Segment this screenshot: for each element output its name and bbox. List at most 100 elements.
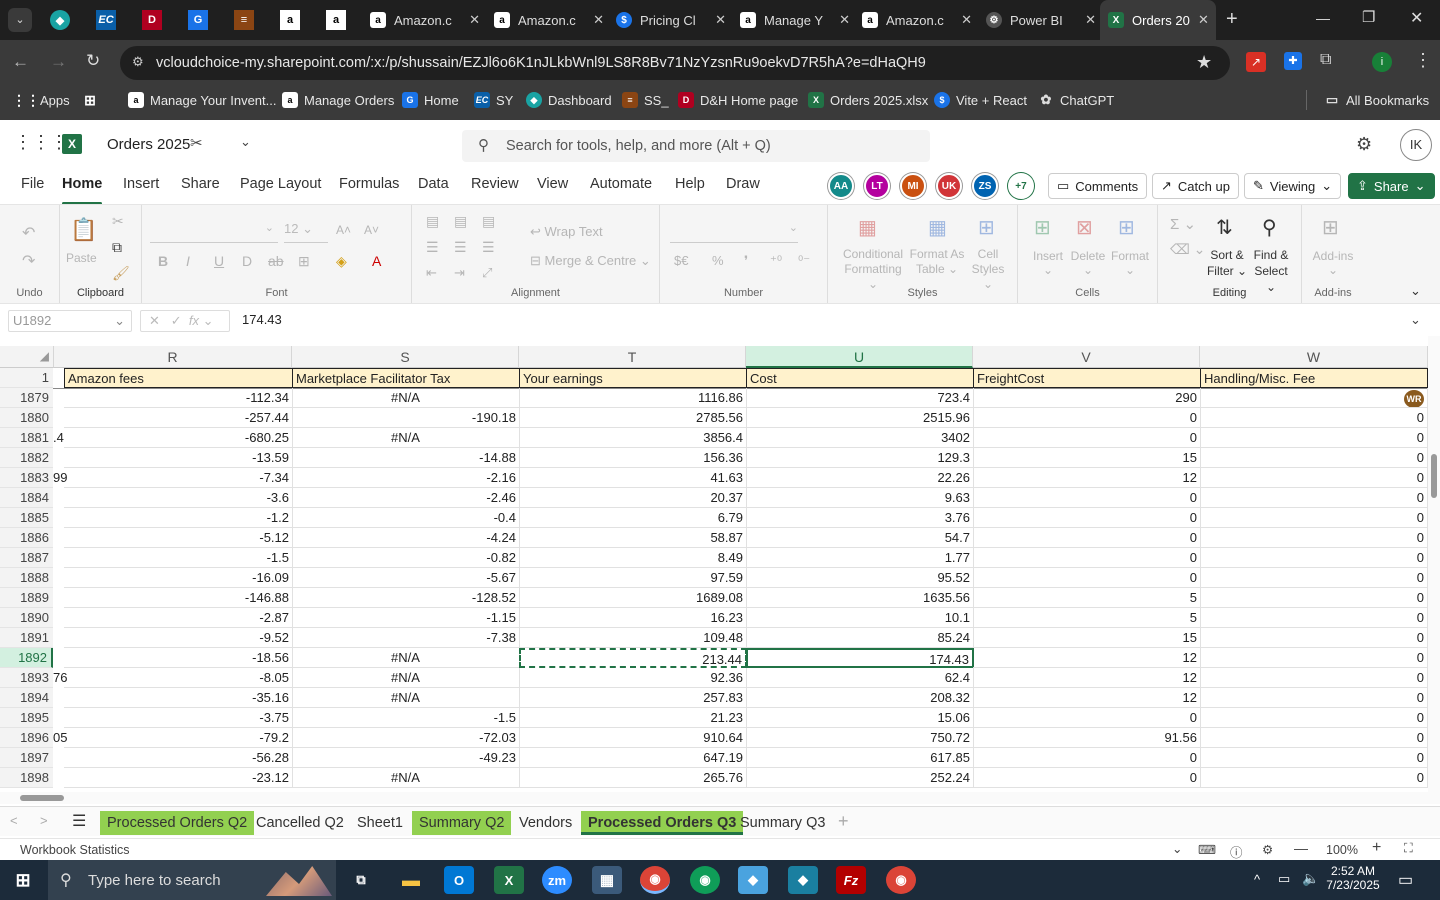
table-cell[interactable]: 0 (1200, 728, 1428, 748)
table-cell[interactable]: 0 (973, 528, 1201, 548)
chrome-alt-icon[interactable]: ◉ (886, 866, 916, 894)
bookmark-manage-inventory[interactable]: a Manage Your Invent... (128, 86, 276, 114)
row-header[interactable]: 1898 (0, 768, 53, 788)
table-cell[interactable]: #N/A (292, 668, 520, 688)
row-header[interactable]: 1880 (0, 408, 53, 428)
table-cell[interactable]: 2515.96 (746, 408, 974, 428)
prev-sheet-icon[interactable]: < (10, 813, 18, 828)
task-view-icon[interactable]: ⧉ (346, 866, 376, 894)
collaborator-avatar[interactable]: AA (828, 173, 854, 199)
table-cell[interactable]: 0 (1200, 608, 1428, 628)
collaborator-avatar[interactable]: LT (864, 173, 890, 199)
table-cell[interactable]: 5 (973, 588, 1201, 608)
table-cell[interactable]: 12 (973, 668, 1201, 688)
restore-icon[interactable]: ❐ (1362, 8, 1375, 26)
font-family-select[interactable]: ⌄ (150, 221, 278, 243)
table-cell[interactable]: 0 (1200, 708, 1428, 728)
tab-home[interactable]: Home (62, 176, 103, 205)
table-cell[interactable]: -16.09 (64, 568, 293, 588)
table-cell[interactable]: 750.72 (746, 728, 974, 748)
table-cell[interactable]: 12 (973, 468, 1201, 488)
select-all-corner[interactable]: ◢ (0, 346, 54, 368)
delete-cells-button[interactable]: Delete ⌄ (1068, 249, 1108, 277)
extension-icon[interactable]: ✚ (1284, 52, 1302, 70)
table-cell[interactable]: 723.4 (746, 388, 974, 408)
table-cell[interactable]: 0 (1200, 508, 1428, 528)
sort-filter-button[interactable]: Sort & Filter ⌄ (1204, 247, 1250, 279)
table-cell[interactable]: 252.24 (746, 768, 974, 788)
bold-icon[interactable]: B (158, 253, 168, 269)
chevron-down-icon[interactable]: ⌄ (240, 134, 251, 150)
table-cell[interactable]: 265.76 (519, 768, 747, 788)
app-diamond-icon[interactable]: ◆ (788, 866, 818, 894)
bookmark-manage-orders[interactable]: a Manage Orders (282, 86, 394, 114)
table-cell[interactable]: #N/A (292, 768, 520, 788)
row-header[interactable]: 1881 (0, 428, 53, 448)
increase-font-icon[interactable]: A˄ (336, 223, 351, 237)
sheet-tab[interactable]: Processed Orders Q2 (100, 811, 255, 835)
tab-data[interactable]: Data (418, 176, 449, 192)
table-cell[interactable]: 3402 (746, 428, 974, 448)
table-cell[interactable]: 15.06 (746, 708, 974, 728)
table-cell[interactable]: 15 (973, 628, 1201, 648)
chrome-profile-icon[interactable]: ◉ (690, 866, 720, 894)
row-header[interactable]: 1884 (0, 488, 53, 508)
filezilla-icon[interactable]: Fz (836, 866, 866, 894)
table-cell[interactable]: -2.46 (292, 488, 520, 508)
paste-icon[interactable]: 📋 (70, 217, 97, 243)
autosum-icon[interactable]: Σ ⌄ (1170, 215, 1196, 233)
table-cell[interactable]: 0 (1200, 668, 1428, 688)
table-cell[interactable]: 0 (973, 408, 1201, 428)
row-header[interactable]: 1893 (0, 668, 53, 688)
align-bottom-icon[interactable]: ▤ (482, 213, 495, 230)
column-header[interactable]: R (54, 346, 292, 368)
table-cell[interactable]: #N/A (292, 648, 520, 668)
row-header[interactable]: 1891 (0, 628, 53, 648)
browser-tab[interactable]: a Amazon.c ✕ (370, 0, 480, 40)
table-cell[interactable]: -9.52 (64, 628, 293, 648)
format-cells-icon[interactable]: ⊞ (1118, 215, 1135, 240)
browser-tab[interactable]: a Manage Y ✕ (740, 0, 850, 40)
table-cell[interactable]: -680.25 (64, 428, 293, 448)
window-close-icon[interactable]: ✕ (1410, 8, 1423, 28)
align-middle-icon[interactable]: ▤ (454, 213, 467, 230)
close-icon[interactable]: ✕ (715, 12, 726, 28)
row-header[interactable]: 1896 (0, 728, 53, 748)
outlook-icon[interactable]: O (444, 866, 474, 894)
clear-icon[interactable]: ⌫ ⌄ (1170, 241, 1205, 258)
copied-cell[interactable]: 213.44 (519, 648, 747, 668)
undo-icon[interactable]: ↶ (22, 223, 35, 243)
borders-icon[interactable]: ⊞ (298, 253, 310, 270)
increase-decimal-icon[interactable]: ⁺⁰ (770, 253, 782, 269)
table-cell[interactable]: 0 (973, 768, 1201, 788)
copy-icon[interactable]: ⧉ (112, 239, 122, 256)
table-cell[interactable]: -112.34 (64, 388, 293, 408)
collaborator-avatar[interactable]: ZS (972, 173, 998, 199)
bookmark-apps[interactable]: ⋮⋮ Apps (12, 86, 70, 114)
collaborator-avatar[interactable]: UK (936, 173, 962, 199)
sheet-tab[interactable]: Cancelled Q2 (249, 811, 351, 835)
minimize-icon[interactable]: — (1316, 10, 1330, 26)
pinned-tab-amazon-icon[interactable]: a (280, 10, 300, 30)
delete-cells-icon[interactable]: ⊠ (1076, 215, 1093, 240)
table-cell[interactable]: 12 (973, 648, 1201, 668)
vertical-scrollbar[interactable] (1428, 336, 1440, 792)
table-cell[interactable]: -5.12 (64, 528, 293, 548)
next-sheet-icon[interactable]: > (40, 813, 48, 828)
formula-input[interactable]: 174.43 (242, 312, 282, 327)
app-launcher-icon[interactable]: ⋮⋮⋮ (14, 132, 68, 153)
zoom-app-icon[interactable]: zm (542, 866, 572, 894)
close-icon[interactable]: ✕ (1198, 12, 1209, 28)
insert-function-icon[interactable]: fx (189, 313, 199, 328)
pinned-tab-dh-icon[interactable]: D (142, 10, 162, 30)
feedback-icon[interactable]: ⚙ (1262, 842, 1273, 857)
table-cell[interactable]: 0 (1200, 768, 1428, 788)
comma-icon[interactable]: ❜ (744, 253, 748, 269)
strikethrough-icon[interactable]: ab (268, 253, 284, 269)
user-avatar[interactable]: IK (1400, 129, 1432, 161)
table-cell[interactable]: 0 (973, 508, 1201, 528)
bookmark-home[interactable]: G Home (402, 86, 459, 114)
conditional-formatting-icon[interactable]: ▦ (858, 215, 877, 240)
chevron-down-icon[interactable]: ⌄ (1172, 841, 1182, 856)
table-cell[interactable]: -35.16 (64, 688, 293, 708)
